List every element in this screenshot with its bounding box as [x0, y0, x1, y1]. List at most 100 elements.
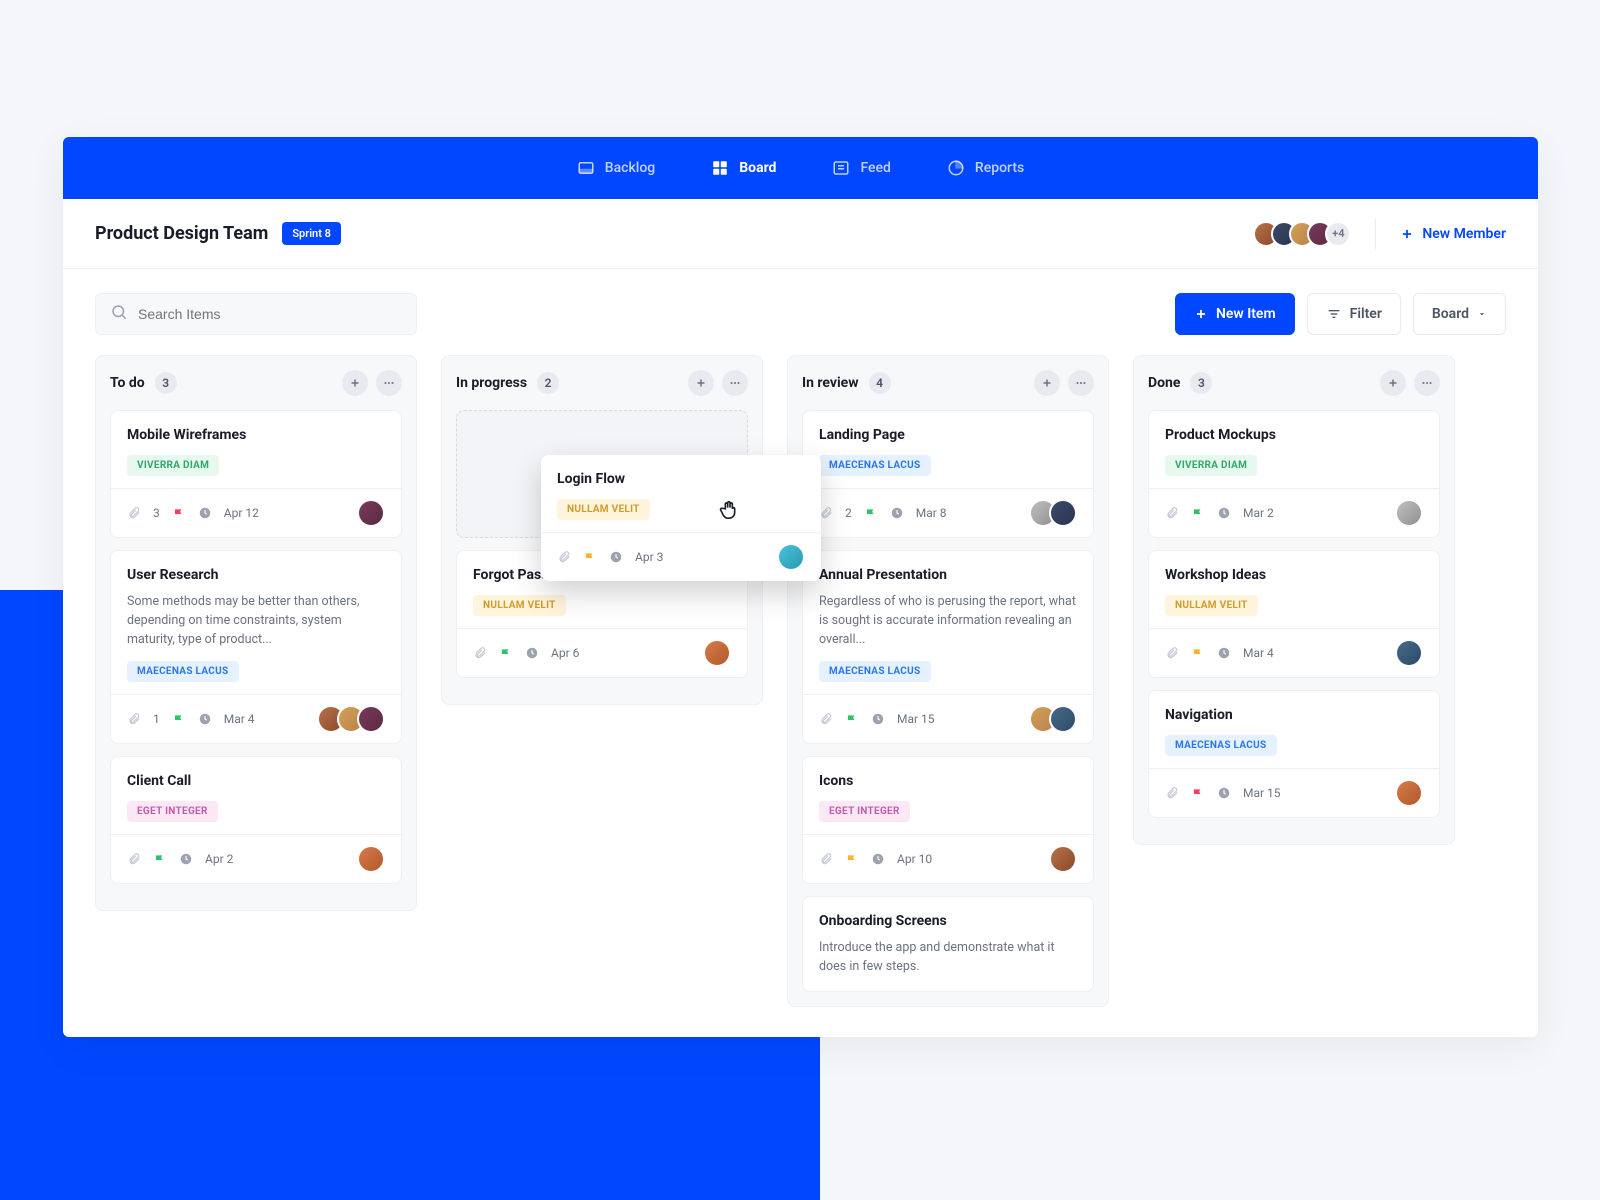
- reports-icon: [947, 159, 965, 177]
- card-tag: VIVERRA DIAM: [1165, 455, 1257, 476]
- search-box[interactable]: [95, 293, 417, 335]
- card-title: Navigation: [1165, 707, 1423, 723]
- feed-icon: [832, 159, 850, 177]
- card-title: Workshop Ideas: [1165, 567, 1423, 583]
- nav-label: Board: [739, 160, 776, 176]
- attachment-icon: [127, 506, 141, 520]
- avatar[interactable]: [1395, 499, 1423, 527]
- column-menu-button[interactable]: [722, 370, 748, 396]
- new-member-label: New Member: [1422, 226, 1506, 242]
- column-add-button[interactable]: [1380, 370, 1406, 396]
- card-wireframes[interactable]: Mobile Wireframes VIVERRA DIAM 3 Apr 12: [110, 410, 402, 538]
- column-add-button[interactable]: [688, 370, 714, 396]
- card-tag: NULLAM VELIT: [557, 499, 650, 520]
- nav-label: Reports: [975, 160, 1024, 176]
- avatar[interactable]: [777, 543, 805, 571]
- new-item-button[interactable]: New Item: [1175, 293, 1295, 335]
- avatar[interactable]: [703, 639, 731, 667]
- column-count: 4: [869, 372, 891, 394]
- filter-button[interactable]: Filter: [1307, 293, 1401, 335]
- avatar[interactable]: [357, 705, 385, 733]
- column-menu-button[interactable]: [1068, 370, 1094, 396]
- card-research[interactable]: User Research Some methods may be better…: [110, 550, 402, 744]
- flag-icon: [1191, 646, 1205, 660]
- column-add-button[interactable]: [1034, 370, 1060, 396]
- card-onboarding[interactable]: Onboarding Screens Introduce the app and…: [802, 896, 1094, 992]
- column-in-review: In review 4 Landing Page MAECENAS LACUS …: [787, 355, 1109, 1007]
- nav-feed[interactable]: Feed: [832, 159, 890, 177]
- avatar[interactable]: [357, 845, 385, 873]
- clock-icon: [871, 712, 885, 726]
- board-icon: [711, 159, 729, 177]
- column-title: To do: [110, 375, 145, 391]
- card-tag: NULLAM VELIT: [473, 595, 566, 616]
- avatar[interactable]: [1049, 705, 1077, 733]
- avatar[interactable]: [1049, 845, 1077, 873]
- flag-icon: [499, 646, 513, 660]
- attachment-count: 3: [153, 506, 160, 520]
- search-input[interactable]: [138, 306, 402, 322]
- card-date: Apr 10: [897, 852, 932, 866]
- header-bar: Product Design Team Sprint 8 +4 New Memb…: [63, 199, 1538, 269]
- card-icons[interactable]: Icons EGET INTEGER Apr 10: [802, 756, 1094, 884]
- column-count: 3: [1190, 372, 1212, 394]
- clock-icon: [1217, 506, 1231, 520]
- divider: [1375, 219, 1376, 249]
- card-landing-page[interactable]: Landing Page MAECENAS LACUS 2 Mar 8: [802, 410, 1094, 538]
- card-description: Some methods may be better than others, …: [127, 593, 385, 649]
- card-date: Mar 8: [916, 506, 947, 520]
- nav-board[interactable]: Board: [711, 159, 776, 177]
- nav-backlog[interactable]: Backlog: [577, 159, 655, 177]
- column-count: 2: [537, 372, 559, 394]
- attachment-icon: [1165, 506, 1179, 520]
- card-navigation[interactable]: Navigation MAECENAS LACUS Mar 15: [1148, 690, 1440, 818]
- card-tag: MAECENAS LACUS: [1165, 735, 1277, 756]
- card-tag: EGET INTEGER: [127, 801, 218, 822]
- avatar[interactable]: [1395, 779, 1423, 807]
- card-date: Mar 15: [1243, 786, 1281, 800]
- backlog-icon: [577, 159, 595, 177]
- card-description: Introduce the app and demonstrate what i…: [819, 939, 1077, 977]
- view-dropdown[interactable]: Board: [1413, 293, 1506, 335]
- flag-icon: [153, 852, 167, 866]
- team-title: Product Design Team: [95, 223, 268, 244]
- card-date: Mar 4: [1243, 646, 1274, 660]
- sprint-badge[interactable]: Sprint 8: [282, 222, 341, 245]
- column-title: In progress: [456, 375, 527, 391]
- top-nav: Backlog Board Feed Reports: [63, 137, 1538, 199]
- avatar[interactable]: [1049, 499, 1077, 527]
- card-tag: EGET INTEGER: [819, 801, 910, 822]
- clock-icon: [871, 852, 885, 866]
- card-title: Client Call: [127, 773, 385, 789]
- view-label: Board: [1432, 306, 1469, 322]
- card-date: Mar 2: [1243, 506, 1274, 520]
- clock-icon: [890, 506, 904, 520]
- card-workshop[interactable]: Workshop Ideas NULLAM VELIT Mar 4: [1148, 550, 1440, 678]
- avatar[interactable]: [1395, 639, 1423, 667]
- clock-icon: [1217, 646, 1231, 660]
- app-window: Backlog Board Feed Reports Product Desig…: [63, 137, 1538, 1037]
- attachment-count: 2: [845, 506, 852, 520]
- card-tag: VIVERRA DIAM: [127, 455, 219, 476]
- card-title: User Research: [127, 567, 385, 583]
- card-login-flow-dragging[interactable]: Login Flow NULLAM VELIT Apr 3: [541, 455, 821, 581]
- column-title: In review: [802, 375, 859, 391]
- clock-icon: [609, 550, 623, 564]
- avatar[interactable]: [357, 499, 385, 527]
- column-menu-button[interactable]: [1414, 370, 1440, 396]
- card-annual-presentation[interactable]: Annual Presentation Regardless of who is…: [802, 550, 1094, 744]
- card-tag: MAECENAS LACUS: [819, 455, 931, 476]
- nav-reports[interactable]: Reports: [947, 159, 1024, 177]
- column-menu-button[interactable]: [376, 370, 402, 396]
- card-mockups[interactable]: Product Mockups VIVERRA DIAM Mar 2: [1148, 410, 1440, 538]
- search-icon: [110, 303, 128, 325]
- column-count: 3: [155, 372, 177, 394]
- avatar-more[interactable]: +4: [1325, 221, 1351, 247]
- flag-icon: [845, 712, 859, 726]
- nav-label: Feed: [860, 160, 890, 176]
- member-avatars[interactable]: +4: [1261, 221, 1351, 247]
- column-add-button[interactable]: [342, 370, 368, 396]
- attachment-icon: [127, 712, 141, 726]
- new-member-button[interactable]: New Member: [1400, 226, 1506, 242]
- card-client-call[interactable]: Client Call EGET INTEGER Apr 2: [110, 756, 402, 884]
